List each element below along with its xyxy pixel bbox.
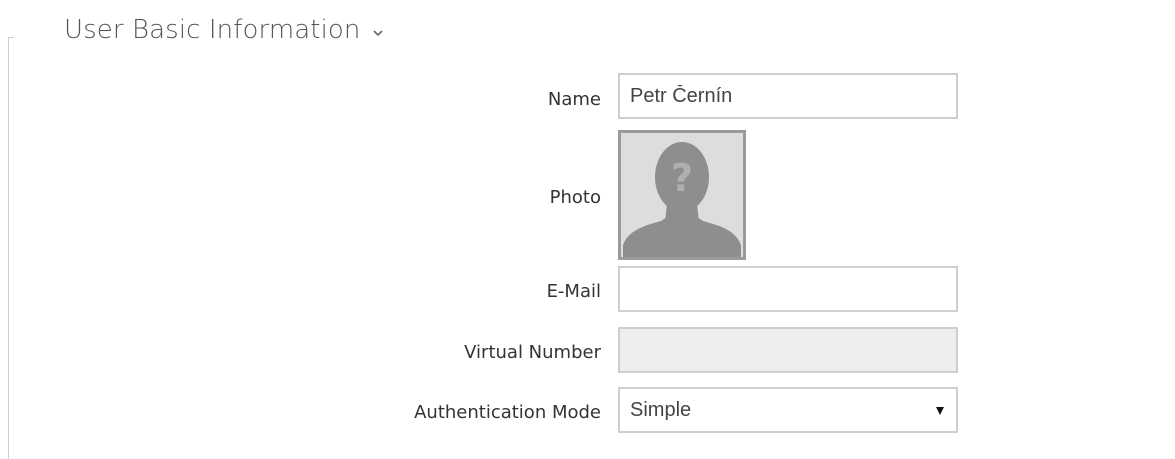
virtual-number-input [618, 327, 958, 373]
authentication-mode-label: Authentication Mode [414, 402, 601, 423]
email-input[interactable] [618, 266, 958, 312]
email-label: E-Mail [546, 281, 601, 302]
unknown-person-icon: ? [621, 133, 743, 257]
user-basic-information-section: User Basic Information Name Photo ? E-Ma… [0, 0, 1175, 459]
section-header[interactable]: User Basic Information [64, 12, 385, 48]
section-title: User Basic Information [64, 15, 361, 45]
virtual-number-label: Virtual Number [464, 342, 601, 363]
section-bracket [8, 37, 14, 459]
photo-label: Photo [549, 187, 601, 208]
svg-text:?: ? [671, 156, 693, 200]
name-input[interactable] [618, 73, 958, 119]
photo-upload[interactable]: ? [618, 130, 746, 260]
chevron-down-icon [372, 30, 383, 37]
name-label: Name [547, 89, 601, 110]
authentication-mode-select[interactable]: Simple [618, 387, 958, 433]
dropdown-arrow-icon [936, 407, 944, 415]
authentication-mode-value: Simple [630, 399, 692, 421]
